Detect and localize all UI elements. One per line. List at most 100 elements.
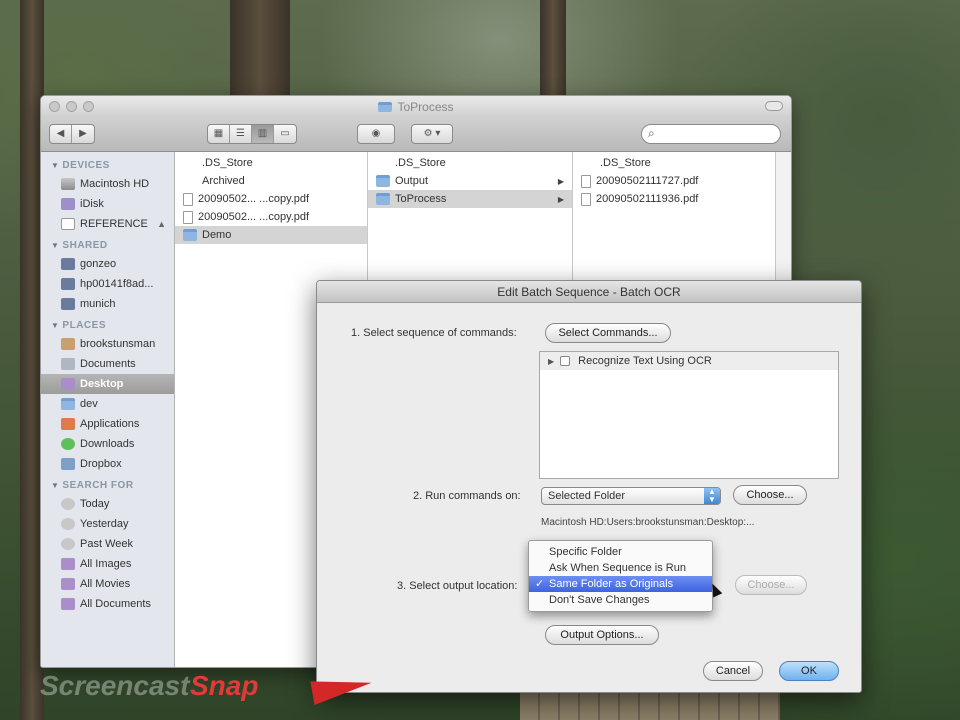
sidebar-item-reference[interactable]: REFERENCE ▲ bbox=[41, 214, 174, 234]
arrow-icon bbox=[310, 670, 374, 706]
sidebar-item-macintosh-hd[interactable]: Macintosh HD bbox=[41, 174, 174, 194]
pdf-file-icon bbox=[183, 192, 193, 206]
eject-icon[interactable]: ▲ bbox=[157, 219, 166, 229]
back-button[interactable]: ◀ bbox=[50, 125, 72, 143]
list-item[interactable]: .DS_Store bbox=[573, 154, 775, 172]
ok-button[interactable]: OK bbox=[779, 661, 839, 681]
sidebar-item-documents[interactable]: Documents bbox=[41, 354, 174, 374]
sidebar-item-desktop[interactable]: Desktop bbox=[41, 374, 174, 394]
list-item[interactable]: 20090502111727.pdf bbox=[573, 172, 775, 190]
list-item[interactable]: Archived bbox=[175, 172, 367, 190]
sidebar-item-downloads[interactable]: Downloads bbox=[41, 434, 174, 454]
documents-icon bbox=[61, 598, 75, 610]
list-item[interactable]: .DS_Store bbox=[175, 154, 367, 172]
command-checkbox[interactable] bbox=[560, 356, 571, 366]
list-item[interactable]: Demo bbox=[175, 226, 367, 244]
list-item[interactable]: Output ▶ bbox=[368, 172, 572, 190]
menu-item-specific-folder[interactable]: Specific Folder bbox=[529, 544, 712, 560]
places-header[interactable]: ▼ PLACES bbox=[41, 314, 174, 334]
sidebar-item-hp[interactable]: hp00141f8ad... bbox=[41, 274, 174, 294]
clock-icon bbox=[61, 538, 75, 550]
finder-toolbar: ◀ ▶ ▦ ☰ ▥ ▭ ◉ ⚙ ▾ ⌕ bbox=[41, 118, 791, 152]
list-item[interactable]: .DS_Store bbox=[368, 154, 572, 172]
finder-titlebar: ToProcess bbox=[41, 96, 791, 118]
cover-flow-button[interactable]: ▭ bbox=[274, 125, 296, 143]
pdf-file-icon bbox=[581, 192, 591, 206]
toolbar-toggle-button[interactable] bbox=[765, 101, 783, 111]
sidebar-item-applications[interactable]: Applications bbox=[41, 414, 174, 434]
finder-sidebar: ▼ DEVICES Macintosh HD iDisk REFERENCE ▲ ▼… bbox=[41, 152, 175, 667]
minimize-window-button[interactable] bbox=[66, 101, 77, 112]
icon-view-button[interactable]: ▦ bbox=[208, 125, 230, 143]
sidebar-item-all-documents[interactable]: All Documents bbox=[41, 594, 174, 614]
disclosure-arrow-icon: ▶ bbox=[557, 176, 564, 186]
run-on-select[interactable]: Selected Folder ▲ ▼ bbox=[541, 487, 721, 505]
nav-buttons: ◀ ▶ bbox=[49, 124, 95, 144]
select-commands-button[interactable]: Select Commands... bbox=[545, 323, 671, 343]
watermark-logo: Screencast Snap bbox=[40, 668, 374, 708]
sidebar-item-today[interactable]: Today bbox=[41, 494, 174, 514]
home-icon bbox=[61, 338, 75, 350]
choose-output-button[interactable]: Choose... bbox=[735, 575, 807, 595]
search-input[interactable]: ⌕ bbox=[641, 124, 781, 144]
choose-folder-button[interactable]: Choose... bbox=[733, 485, 807, 505]
shared-header[interactable]: ▼ SHARED bbox=[41, 234, 174, 254]
cancel-button[interactable]: Cancel bbox=[703, 661, 763, 681]
list-item[interactable]: 20090502111936.pdf bbox=[573, 190, 775, 208]
folder-icon bbox=[376, 193, 390, 205]
clock-icon bbox=[61, 518, 75, 530]
menu-item-ask-when-run[interactable]: Ask When Sequence is Run bbox=[529, 560, 712, 576]
search-icon: ⌕ bbox=[648, 126, 655, 140]
file-icon bbox=[183, 175, 197, 187]
batch-sequence-dialog: Edit Batch Sequence - Batch OCR 1. Selec… bbox=[316, 280, 862, 693]
menu-item-same-folder[interactable]: ✓ Same Folder as Originals bbox=[529, 576, 712, 592]
menu-item-dont-save[interactable]: Don't Save Changes bbox=[529, 592, 712, 608]
sidebar-item-idisk[interactable]: iDisk bbox=[41, 194, 174, 214]
tree-trunk bbox=[230, 0, 290, 100]
gear-icon[interactable]: ⚙ ▾ bbox=[412, 125, 452, 143]
disclosure-triangle-icon[interactable]: ▶ bbox=[548, 357, 554, 366]
wooden-bridge bbox=[520, 690, 780, 720]
action-group: ⚙ ▾ bbox=[411, 124, 453, 144]
column-view-button[interactable]: ▥ bbox=[252, 125, 274, 143]
list-view-button[interactable]: ☰ bbox=[230, 125, 252, 143]
close-window-button[interactable] bbox=[49, 101, 60, 112]
disclosure-arrow-icon: ▶ bbox=[557, 194, 564, 204]
output-location-menu: Specific Folder Ask When Sequence is Run… bbox=[528, 540, 713, 612]
sidebar-item-yesterday[interactable]: Yesterday bbox=[41, 514, 174, 534]
folder-icon bbox=[183, 229, 197, 241]
sidebar-item-dropbox[interactable]: Dropbox bbox=[41, 454, 174, 474]
list-item[interactable]: ▶ Recognize Text Using OCR bbox=[540, 352, 838, 370]
pdf-file-icon bbox=[183, 210, 193, 224]
list-item[interactable]: 20090502... ...copy.pdf bbox=[175, 208, 367, 226]
output-options-button[interactable]: Output Options... bbox=[545, 625, 659, 645]
step1-label: 1. Select sequence of commands: bbox=[351, 327, 517, 339]
sidebar-item-all-movies[interactable]: All Movies bbox=[41, 574, 174, 594]
devices-header[interactable]: ▼ DEVICES bbox=[41, 154, 174, 174]
applications-icon bbox=[61, 418, 75, 430]
sidebar-item-gonzeo[interactable]: gonzeo bbox=[41, 254, 174, 274]
pdf-file-icon bbox=[581, 174, 591, 188]
sidebar-item-past-week[interactable]: Past Week bbox=[41, 534, 174, 554]
stepper-icon: ▲ ▼ bbox=[704, 488, 720, 504]
zoom-window-button[interactable] bbox=[83, 101, 94, 112]
sidebar-item-dev[interactable]: dev bbox=[41, 394, 174, 414]
folder-icon bbox=[378, 102, 393, 112]
list-item[interactable]: ToProcess ▶ bbox=[368, 190, 572, 208]
window-title: ToProcess bbox=[378, 96, 454, 118]
command-list[interactable]: ▶ Recognize Text Using OCR bbox=[539, 351, 839, 479]
quick-look-group: ◉ bbox=[357, 124, 395, 144]
search-for-header[interactable]: ▼ SEARCH FOR bbox=[41, 474, 174, 494]
list-item[interactable]: 20090502... ...copy.pdf bbox=[175, 190, 367, 208]
checkmark-icon: ✓ bbox=[535, 578, 545, 590]
sidebar-item-munich[interactable]: munich bbox=[41, 294, 174, 314]
file-icon bbox=[581, 157, 595, 169]
quick-look-icon[interactable]: ◉ bbox=[358, 125, 394, 143]
movies-icon bbox=[61, 578, 75, 590]
folder-path: Macintosh HD:Users:brookstunsman:Desktop… bbox=[541, 517, 755, 528]
documents-icon bbox=[61, 358, 75, 370]
sidebar-item-all-images[interactable]: All Images bbox=[41, 554, 174, 574]
desktop-icon bbox=[61, 378, 75, 390]
sidebar-item-home[interactable]: brookstunsman bbox=[41, 334, 174, 354]
forward-button[interactable]: ▶ bbox=[72, 125, 94, 143]
